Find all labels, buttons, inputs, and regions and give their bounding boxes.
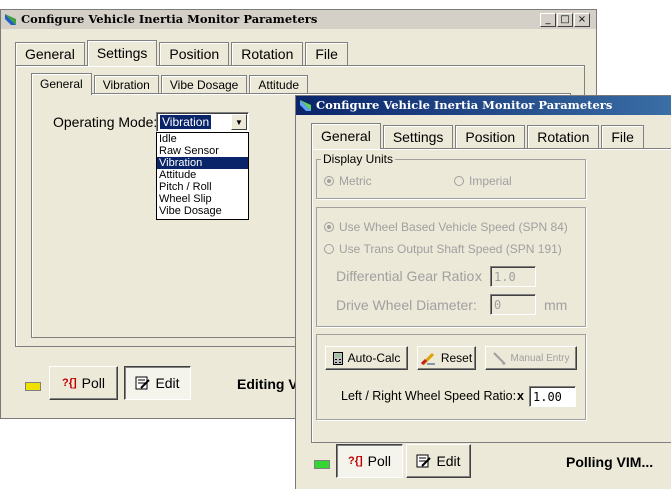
status-led — [314, 460, 330, 469]
subtab-vibe-dosage[interactable]: Vibe Dosage — [160, 75, 248, 94]
close-button[interactable]: × — [574, 13, 590, 27]
front-window-titlebar[interactable]: Configure Vehicle Inertia Monitor Parame… — [296, 96, 671, 115]
manual-entry-label: Manual Entry — [510, 352, 570, 364]
auto-calc-button[interactable]: Auto-Calc — [325, 346, 408, 370]
imperial-radio[interactable]: Imperial — [454, 174, 512, 188]
front-window-title: Configure Vehicle Inertia Monitor Parame… — [316, 98, 613, 112]
mode-option-pitch-roll[interactable]: Pitch / Roll — [157, 181, 248, 193]
tab-position[interactable]: Position — [159, 42, 230, 65]
radio-unselected-icon — [324, 244, 334, 254]
gear-ratio-field[interactable]: 1.0 — [490, 266, 536, 287]
poll-button[interactable]: ?{] Poll — [49, 366, 118, 400]
caption-buttons: _ □ × — [540, 13, 590, 27]
calculator-icon — [332, 351, 343, 365]
back-subtabstrip: General Vibration Vibe Dosage Attitude — [31, 73, 310, 95]
tab-rotation[interactable]: Rotation — [527, 125, 600, 148]
trans-speed-radio[interactable]: Use Trans Output Shaft Speed (SPN 191) — [324, 242, 562, 256]
status-text: Editing V — [237, 376, 298, 392]
manual-entry-icon — [492, 351, 506, 365]
radio-selected-icon — [324, 222, 334, 232]
tab-file[interactable]: File — [305, 42, 348, 65]
poll-icon: ?{] — [61, 377, 77, 389]
edit-icon — [416, 454, 432, 468]
operating-mode-select[interactable]: Vibration ▼ — [156, 112, 249, 132]
imperial-label: Imperial — [469, 174, 512, 188]
maximize-button[interactable]: □ — [557, 13, 573, 27]
tab-general[interactable]: General — [15, 42, 85, 65]
operating-mode-label: Operating Mode: — [53, 114, 158, 130]
edit-button-label: Edit — [155, 375, 180, 391]
edit-button[interactable]: Edit — [124, 366, 191, 400]
poll-button-label: Poll — [81, 375, 106, 391]
lr-ratio-field[interactable]: 1.00 — [529, 386, 576, 407]
chevron-down-icon[interactable]: ▼ — [231, 114, 247, 130]
wheel-diameter-label: Drive Wheel Diameter: — [336, 297, 477, 313]
eraser-icon — [420, 352, 435, 365]
tab-settings[interactable]: Settings — [382, 125, 454, 148]
edit-button[interactable]: Edit — [406, 444, 471, 478]
gear-ratio-prefix: x — [475, 268, 482, 284]
app-icon — [300, 100, 311, 111]
radio-unselected-icon — [454, 176, 464, 186]
back-window-title: Configure Vehicle Inertia Monitor Parame… — [21, 12, 318, 26]
edit-button-label: Edit — [436, 453, 461, 469]
metric-radio[interactable]: Metric — [324, 174, 372, 188]
subtab-general[interactable]: General — [31, 73, 92, 95]
app-icon — [5, 14, 16, 25]
front-window: Configure Vehicle Inertia Monitor Parame… — [295, 95, 671, 489]
wheel-diameter-unit: mm — [544, 297, 568, 313]
poll-icon: ?{] — [347, 455, 363, 467]
tab-settings[interactable]: Settings — [86, 40, 158, 66]
mode-option-attitude[interactable]: Attitude — [157, 169, 248, 181]
metric-label: Metric — [339, 174, 372, 188]
wheel-speed-label: Use Wheel Based Vehicle Speed (SPN 84) — [339, 220, 568, 234]
mode-option-vibration[interactable]: Vibration — [157, 157, 248, 169]
gear-ratio-label: Differential Gear Ratio: — [336, 268, 479, 284]
mode-option-raw-sensor[interactable]: Raw Sensor — [157, 145, 248, 157]
reset-button[interactable]: Reset — [417, 346, 476, 370]
reset-label: Reset — [440, 351, 473, 365]
mode-option-idle[interactable]: Idle — [157, 133, 248, 145]
manual-entry-button[interactable]: Manual Entry — [485, 346, 577, 370]
poll-button-label: Poll — [367, 453, 392, 469]
operating-mode-dropdown: Idle Raw Sensor Vibration Attitude Pitch… — [156, 132, 249, 220]
tab-general[interactable]: General — [311, 123, 381, 149]
mode-option-wheel-slip[interactable]: Wheel Slip — [157, 193, 248, 205]
mode-option-vibe-dosage[interactable]: Vibe Dosage — [157, 205, 248, 217]
operating-mode-value: Vibration — [160, 115, 212, 129]
display-units-title: Display Units — [321, 152, 396, 166]
lr-ratio-prefix: x — [517, 389, 524, 403]
status-led — [25, 382, 41, 391]
tab-position[interactable]: Position — [455, 125, 526, 148]
front-tabstrip: General Settings Position Rotation File — [311, 123, 646, 149]
wheel-speed-radio[interactable]: Use Wheel Based Vehicle Speed (SPN 84) — [324, 220, 568, 234]
subtab-attitude[interactable]: Attitude — [249, 75, 309, 94]
lr-ratio-label: Left / Right Wheel Speed Ratio: — [341, 389, 517, 403]
trans-speed-label: Use Trans Output Shaft Speed (SPN 191) — [339, 242, 562, 256]
edit-icon — [135, 376, 151, 390]
status-text: Polling VIM... — [566, 454, 654, 470]
wheel-diameter-field[interactable]: 0 — [490, 294, 536, 315]
minimize-button[interactable]: _ — [540, 13, 556, 27]
subtab-vibration[interactable]: Vibration — [93, 75, 159, 94]
radio-selected-icon — [324, 176, 334, 186]
poll-button[interactable]: ?{] Poll — [336, 444, 403, 478]
tab-file[interactable]: File — [601, 125, 644, 148]
back-window-titlebar[interactable]: Configure Vehicle Inertia Monitor Parame… — [1, 10, 596, 29]
auto-calc-label: Auto-Calc — [347, 351, 401, 365]
back-tabstrip: General Settings Position Rotation File — [15, 40, 350, 66]
tab-rotation[interactable]: Rotation — [231, 42, 304, 65]
